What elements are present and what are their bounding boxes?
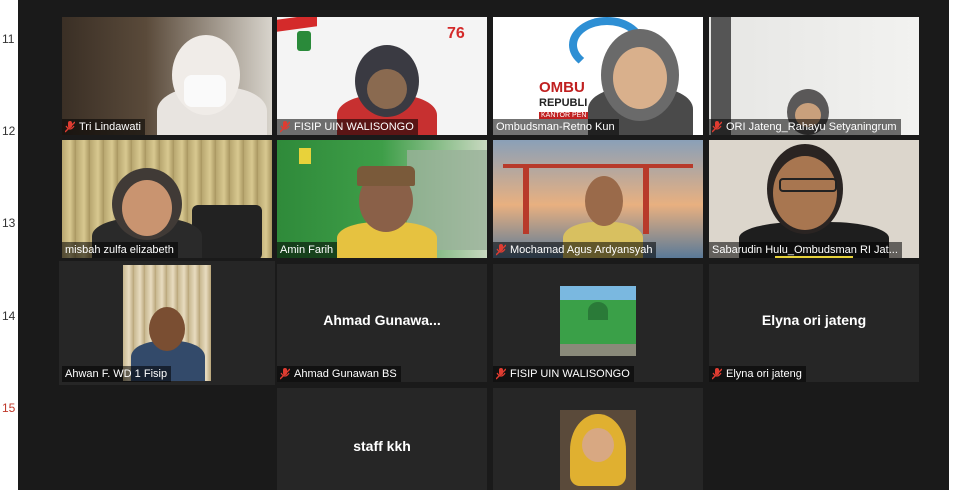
participant-tile[interactable]: FISIP UIN WALISONGO — [493, 264, 703, 382]
participant-name-bar: FISIP UIN WALISONGO — [493, 366, 634, 382]
participant-name: Tri Lindawati — [79, 121, 141, 133]
video-gallery: Tri Lindawati 76 FISIP UIN WALISONGO OMB… — [18, 0, 949, 490]
participant-name: FISIP UIN WALISONGO — [510, 368, 630, 380]
muted-mic-icon — [712, 121, 722, 133]
participant-name: Mochamad Agus Ardyansyah — [510, 244, 653, 256]
muted-mic-icon — [65, 121, 75, 133]
muted-mic-icon — [712, 368, 722, 380]
participant-name-bar: Elyna ori jateng — [709, 366, 806, 382]
participant-tile[interactable]: Elyna ori jateng Elyna ori jateng — [709, 264, 919, 382]
participant-name: FISIP UIN WALISONGO — [294, 121, 414, 133]
video-feed — [493, 140, 703, 258]
time-label: 13 — [2, 216, 16, 230]
muted-mic-icon — [496, 368, 506, 380]
participant-name: Ombudsman-Retno Kun — [496, 121, 615, 133]
participant-name: Ahmad Gunawan BS — [294, 368, 397, 380]
participant-name: ORI Jateng_Rahayu Setyaningrum — [726, 121, 897, 133]
speaking-indicator — [775, 256, 853, 258]
time-label: 14 — [2, 309, 16, 323]
participant-name-bar: Tri Lindawati — [62, 119, 145, 135]
video-feed — [62, 17, 272, 135]
participant-name-bar: ORI Jateng_Rahayu Setyaningrum — [709, 119, 901, 135]
participant-name-bar: Mochamad Agus Ardyansyah — [493, 242, 657, 258]
right-edge-panel — [949, 0, 965, 490]
video-feed: OMBU REPUBLI KANTOR PEN — [493, 17, 703, 135]
participant-name: Amin Farih — [280, 244, 334, 256]
uin-logo — [297, 31, 311, 51]
participant-display-name: Ahmad Gunawa... — [323, 312, 441, 328]
participant-tile[interactable]: Sabarudin Hulu_Ombudsman RI Jat... — [709, 140, 919, 258]
participant-name-bar: Ahwan F. WD 1 Fisip — [62, 366, 172, 382]
anniversary-logo: 76 — [447, 25, 465, 42]
muted-mic-icon — [280, 121, 290, 133]
time-label: 11 — [2, 32, 15, 46]
participant-name-bar: Ahmad Gunawan BS — [277, 366, 401, 382]
participant-tile[interactable]: Amin Farih — [277, 140, 487, 258]
active-speaker-tile[interactable]: Ahwan F. WD 1 Fisip — [59, 261, 275, 385]
profile-picture — [560, 410, 636, 490]
participant-tile[interactable]: OMBU REPUBLI KANTOR PEN Ombudsman-Retno … — [493, 17, 703, 135]
participant-name: misbah zulfa elizabeth — [65, 244, 174, 256]
time-label: 12 — [2, 124, 16, 138]
profile-picture — [560, 286, 636, 356]
video-feed: 76 — [277, 17, 487, 135]
participant-name: Elyna ori jateng — [726, 368, 802, 380]
participant-display-name: Elyna ori jateng — [761, 312, 867, 328]
participant-tile[interactable]: ORI Jateng_Rahayu Setyaningrum — [709, 17, 919, 135]
participant-tile[interactable]: Ahmad Gunawa... Ahmad Gunawan BS — [277, 264, 487, 382]
participant-name-bar: Ombudsman-Retno Kun — [493, 119, 619, 135]
participant-tile[interactable] — [493, 388, 703, 490]
muted-mic-icon — [280, 368, 290, 380]
participant-tile[interactable]: Tri Lindawati — [62, 17, 272, 135]
participant-name-bar: Amin Farih — [277, 242, 338, 258]
time-label: 15 — [2, 401, 16, 415]
participant-display-name: staff kkh — [353, 438, 411, 454]
video-feed — [277, 140, 487, 258]
video-feed — [709, 140, 919, 258]
muted-mic-icon — [496, 244, 506, 256]
video-feed — [709, 17, 919, 135]
video-feed — [62, 140, 272, 258]
participant-tile[interactable]: 76 FISIP UIN WALISONGO — [277, 17, 487, 135]
participant-name: Ahwan F. WD 1 Fisip — [65, 368, 168, 380]
calendar-time-rail: 11 12 13 14 15 — [0, 0, 18, 490]
participant-tile[interactable]: misbah zulfa elizabeth — [62, 140, 272, 258]
participant-name-bar: FISIP UIN WALISONGO — [277, 119, 418, 135]
participant-name-bar: misbah zulfa elizabeth — [62, 242, 178, 258]
participant-tile[interactable]: staff kkh — [277, 388, 487, 490]
participant-tile[interactable]: Mochamad Agus Ardyansyah — [493, 140, 703, 258]
